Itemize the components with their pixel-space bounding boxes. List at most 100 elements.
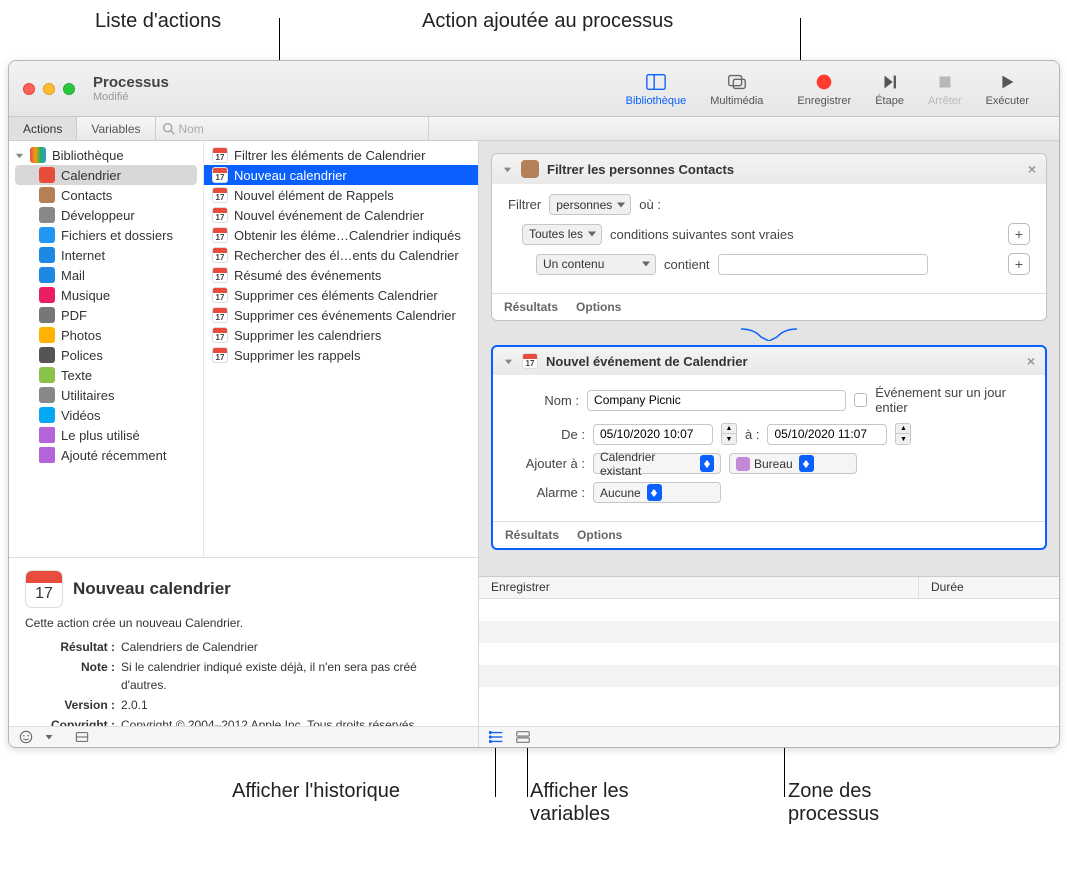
sidebar-item-le-plus-utilisé[interactable]: Le plus utilisé <box>9 425 203 445</box>
sidebar-item-label: Le plus utilisé <box>61 428 140 443</box>
info-row: Version :2.0.1 <box>25 696 462 714</box>
alarm-select[interactable]: Aucune <box>593 482 721 503</box>
play-icon <box>996 71 1018 93</box>
results-tab[interactable]: Résultats <box>504 300 558 314</box>
sidebar-item-label: Calendrier <box>61 168 121 183</box>
sidebar-item-polices[interactable]: Polices <box>9 345 203 365</box>
close-icon[interactable]: × <box>1028 161 1036 177</box>
sidebar-item-calendrier[interactable]: Calendrier <box>15 165 197 185</box>
minimize-window-button[interactable] <box>43 83 55 95</box>
addto-select[interactable]: Calendrier existant <box>593 453 721 474</box>
allday-checkbox[interactable] <box>854 393 867 407</box>
add-condition-button[interactable]: + <box>1008 253 1030 275</box>
title-group: Processus Modifié <box>93 74 169 103</box>
sidebar-item-musique[interactable]: Musique <box>9 285 203 305</box>
category-icon <box>39 307 55 323</box>
workflow-action-filter-contacts[interactable]: Filtrer les personnes Contacts × Filtrer… <box>491 153 1047 321</box>
calendar-icon: 17 <box>212 247 228 263</box>
category-icon <box>39 427 55 443</box>
log-body <box>479 599 1059 726</box>
sidebar-item-fichiers-et-dossiers[interactable]: Fichiers et dossiers <box>9 225 203 245</box>
zoom-window-button[interactable] <box>63 83 75 95</box>
action-item[interactable]: 17Nouveau calendrier <box>204 165 478 185</box>
add-rule-button[interactable]: + <box>1008 223 1030 245</box>
to-label: à : <box>745 427 759 442</box>
action-item[interactable]: 17Supprimer ces éléments Calendrier <box>204 285 478 305</box>
disclosure-icon[interactable] <box>503 356 514 367</box>
action-item-label: Supprimer les calendriers <box>234 328 381 343</box>
sidebar-item-internet[interactable]: Internet <box>9 245 203 265</box>
name-input[interactable] <box>587 390 846 411</box>
action-item[interactable]: 17Obtenir les éléme…Calendrier indiqués <box>204 225 478 245</box>
variables-tab[interactable]: Variables <box>77 117 155 140</box>
to-input[interactable] <box>767 424 887 445</box>
info-row: Note :Si le calendrier indiqué existe dé… <box>25 658 462 694</box>
action-item[interactable]: 17 Rechercher des él…ents du Calendrier <box>204 245 478 265</box>
search-input[interactable] <box>175 120 422 138</box>
workflow-action-new-event[interactable]: 17 Nouvel événement de Calendrier × Nom … <box>491 345 1047 550</box>
field-select[interactable]: Un contenu <box>536 254 656 275</box>
actions-tab[interactable]: Actions <box>9 117 77 140</box>
record-button[interactable]: Enregistrer <box>785 67 863 111</box>
calendar-icon: 17 <box>212 267 228 283</box>
run-button[interactable]: Exécuter <box>974 67 1041 111</box>
filter-label: Filtrer <box>508 197 541 212</box>
action-item[interactable]: 17Supprimer ces événements Calendrier <box>204 305 478 325</box>
callout-line <box>527 742 528 797</box>
filter-select[interactable]: personnes <box>549 194 631 215</box>
close-window-button[interactable] <box>23 83 35 95</box>
all-select[interactable]: Toutes les <box>522 224 602 245</box>
workflow-canvas[interactable]: Filtrer les personnes Contacts × Filtrer… <box>479 141 1059 576</box>
sidebar-item-vidéos[interactable]: Vidéos <box>9 405 203 425</box>
chevron-down-icon[interactable] <box>45 733 53 741</box>
contains-label: contient <box>664 257 710 272</box>
sidebar-item-texte[interactable]: Texte <box>9 365 203 385</box>
calendar-icon: 17 <box>212 327 228 343</box>
step-button[interactable]: Étape <box>863 67 916 111</box>
action-item-label: Rechercher des él…ents du Calendrier <box>234 248 459 263</box>
library-root[interactable]: Bibliothèque <box>9 145 203 165</box>
action-item[interactable]: 17Nouvel événement de Calendrier <box>204 205 478 225</box>
calendar-icon: 17 <box>212 307 228 323</box>
addto-label: Ajouter à : <box>509 456 585 471</box>
disclosure-icon[interactable] <box>502 164 513 175</box>
pane-icon[interactable] <box>75 730 89 744</box>
sidebar-item-contacts[interactable]: Contacts <box>9 185 203 205</box>
chevron-down-icon <box>15 151 24 160</box>
history-icon[interactable] <box>489 729 505 745</box>
sidebar-item-ajouté-récemment[interactable]: Ajouté récemment <box>9 445 203 465</box>
step-icon <box>879 71 901 93</box>
close-icon[interactable]: × <box>1027 353 1035 369</box>
options-tab[interactable]: Options <box>576 300 621 314</box>
from-input[interactable] <box>593 424 713 445</box>
log-row <box>479 643 1059 665</box>
action-item[interactable]: 17Filtrer les éléments de Calendrier <box>204 145 478 165</box>
log-col-duration[interactable]: Durée <box>919 577 1059 598</box>
sidebar-item-mail[interactable]: Mail <box>9 265 203 285</box>
category-icon <box>39 387 55 403</box>
action-item[interactable]: 17 Résumé des événements <box>204 265 478 285</box>
sidebar-item-développeur[interactable]: Développeur <box>9 205 203 225</box>
sidebar-item-utilitaires[interactable]: Utilitaires <box>9 385 203 405</box>
from-stepper[interactable]: ▲▼ <box>721 423 737 445</box>
contains-input[interactable] <box>718 254 928 275</box>
action-item-label: Supprimer ces éléments Calendrier <box>234 288 438 303</box>
library-icon <box>645 71 667 93</box>
media-button[interactable]: Multimédia <box>698 67 775 111</box>
smiley-icon[interactable] <box>19 730 33 744</box>
library-button[interactable]: Bibliothèque <box>614 67 699 111</box>
to-stepper[interactable]: ▲▼ <box>895 423 911 445</box>
category-icon <box>39 287 55 303</box>
action-item[interactable]: 17Nouvel élément de Rappels <box>204 185 478 205</box>
variables-icon[interactable] <box>515 729 531 745</box>
media-icon <box>726 71 748 93</box>
action-item-label: Résumé des événements <box>234 268 381 283</box>
action-item[interactable]: 17 Supprimer les calendriers <box>204 325 478 345</box>
action-item[interactable]: 17Supprimer les rappels <box>204 345 478 365</box>
options-tab[interactable]: Options <box>577 528 622 542</box>
log-col-record[interactable]: Enregistrer <box>479 577 919 598</box>
calendar-select[interactable]: Bureau <box>729 453 857 474</box>
sidebar-item-pdf[interactable]: PDF <box>9 305 203 325</box>
sidebar-item-photos[interactable]: Photos <box>9 325 203 345</box>
results-tab[interactable]: Résultats <box>505 528 559 542</box>
